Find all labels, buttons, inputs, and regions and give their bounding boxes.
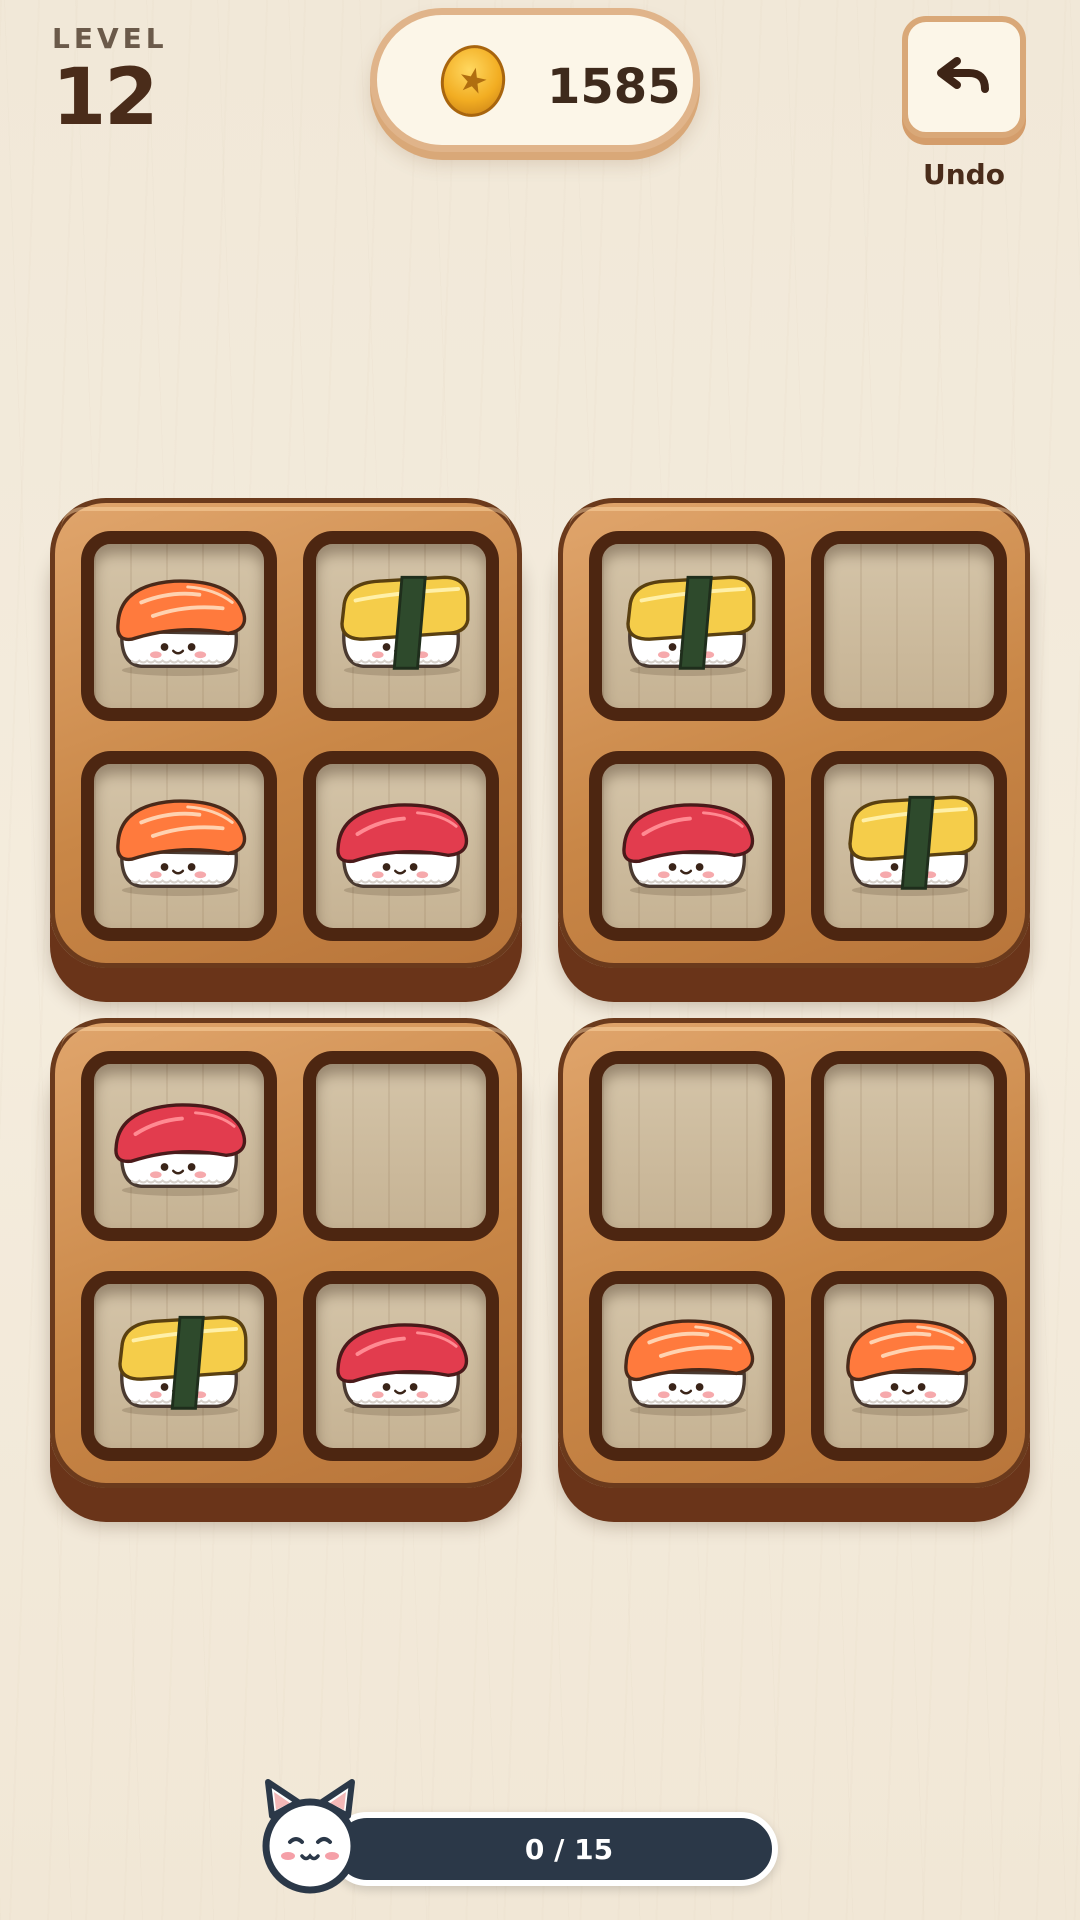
salmon-sushi-icon[interactable] — [102, 776, 258, 896]
tray-slot[interactable] — [81, 1051, 277, 1241]
tray-slot-empty[interactable] — [589, 1051, 785, 1241]
tray-slot[interactable] — [303, 531, 499, 721]
tray-slot[interactable] — [811, 1271, 1007, 1461]
tuna-sushi-icon[interactable] — [610, 776, 766, 896]
sushi-tray-3 — [50, 1018, 522, 1488]
salmon-sushi-icon[interactable] — [610, 1296, 766, 1416]
tray-slot[interactable] — [81, 531, 277, 721]
tray-slot[interactable] — [589, 531, 785, 721]
tuna-sushi-icon[interactable] — [324, 776, 480, 896]
tuna-sushi-icon[interactable] — [324, 1296, 480, 1416]
coin-count: 1585 — [547, 59, 681, 115]
level-indicator: LEVEL 12 — [52, 22, 168, 137]
tray-slot[interactable] — [303, 751, 499, 941]
tray-slot[interactable] — [81, 751, 277, 941]
gold-star-coin-icon: ★ — [434, 39, 512, 123]
salmon-sushi-icon[interactable] — [102, 556, 258, 676]
tray-slot-empty[interactable] — [303, 1051, 499, 1241]
level-number: 12 — [52, 53, 159, 143]
undo-arrow-icon — [937, 57, 989, 93]
sushi-tray-2 — [558, 498, 1030, 968]
tamago-sushi-icon[interactable] — [610, 556, 766, 676]
level-label: LEVEL — [52, 22, 168, 55]
tamago-sushi-icon[interactable] — [832, 776, 988, 896]
progress-bar: 0 / 15 — [330, 1812, 778, 1886]
tray-slot-empty[interactable] — [811, 1051, 1007, 1241]
tray-slot[interactable] — [589, 751, 785, 941]
coin-counter: ★ 1585 — [370, 8, 700, 152]
tray-slot[interactable] — [589, 1271, 785, 1461]
undo-button[interactable] — [902, 16, 1026, 138]
tray-slot-empty[interactable] — [811, 531, 1007, 721]
cat-mascot-icon — [258, 1776, 362, 1894]
tamago-sushi-icon[interactable] — [102, 1296, 258, 1416]
progress-text: 0 / 15 — [524, 1832, 614, 1866]
sushi-tray-4 — [558, 1018, 1030, 1488]
tray-slot[interactable] — [811, 751, 1007, 941]
undo-label: Undo — [923, 158, 1005, 191]
salmon-sushi-icon[interactable] — [832, 1296, 988, 1416]
tray-slot[interactable] — [303, 1271, 499, 1461]
tuna-sushi-icon[interactable] — [102, 1076, 258, 1196]
tray-slot[interactable] — [81, 1271, 277, 1461]
tamago-sushi-icon[interactable] — [324, 556, 480, 676]
sushi-tray-1 — [50, 498, 522, 968]
